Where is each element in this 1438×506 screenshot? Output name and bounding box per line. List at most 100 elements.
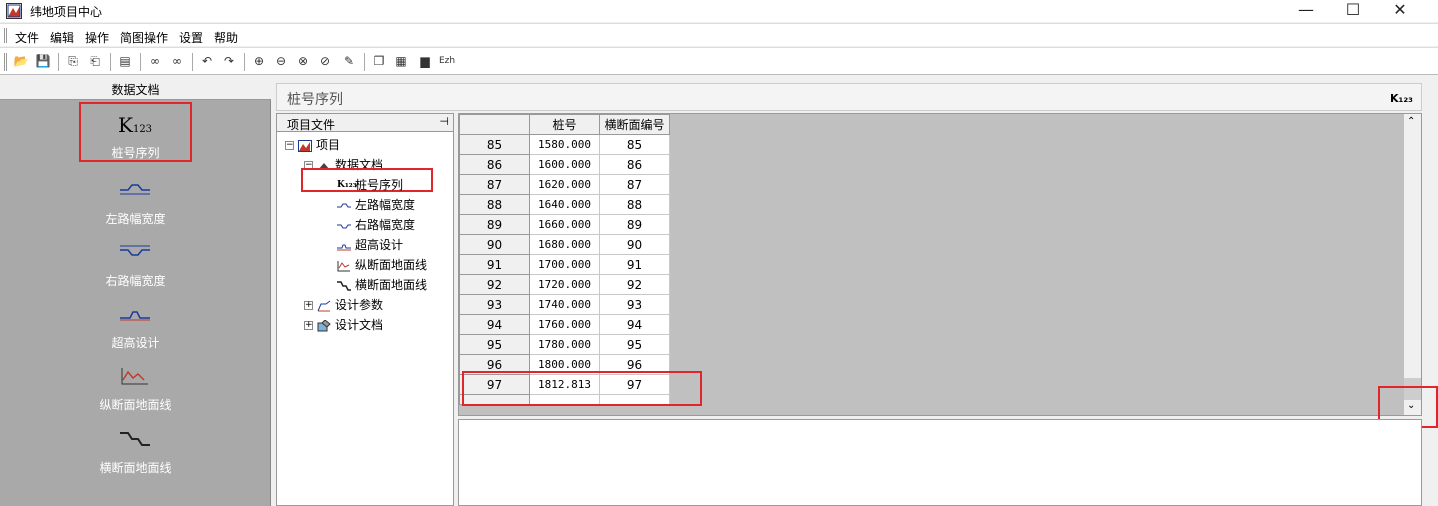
menu-sketch-operate[interactable]: 简图操作 — [120, 29, 168, 46]
open-folder-icon[interactable]: 📂 — [12, 53, 30, 70]
table-row[interactable]: 87 1620.000 87 — [459, 174, 670, 195]
zoom-extent-icon[interactable]: ⊘ — [316, 53, 334, 70]
corner-header — [459, 114, 530, 135]
menu-edit[interactable]: 编辑 — [50, 29, 74, 46]
cell-station[interactable]: 1700.000 — [529, 254, 600, 275]
scroll-up-icon[interactable]: ⌃ — [1407, 116, 1415, 127]
table-row[interactable]: 88 1640.000 88 — [459, 194, 670, 215]
expand-toggle[interactable]: + — [304, 321, 313, 330]
grid-icon[interactable]: ▦ — [392, 53, 410, 70]
app-icon — [6, 3, 22, 19]
tree-node-right-width[interactable]: 右路幅宽度 — [337, 216, 415, 234]
row-header[interactable]: 91 — [459, 254, 530, 275]
zoom-window-icon[interactable]: ⊗ — [294, 53, 312, 70]
redo-icon[interactable]: ↷ — [220, 53, 238, 70]
tree-node-left-width[interactable]: 左路幅宽度 — [337, 196, 415, 214]
collapse-toggle[interactable]: − — [285, 141, 294, 150]
lp-left-width[interactable]: 左路幅宽度 — [0, 180, 271, 242]
table-row[interactable]: 91 1700.000 91 — [459, 254, 670, 275]
vertical-scrollbar[interactable]: ⌃ ⌄ — [1404, 114, 1421, 415]
cell-station[interactable]: 1680.000 — [529, 234, 600, 255]
row-header[interactable]: 89 — [459, 214, 530, 235]
row-header[interactable]: 90 — [459, 234, 530, 255]
row-header[interactable]: 87 — [459, 174, 530, 195]
tree-node-design-params[interactable]: 设计参数 — [317, 296, 383, 314]
cell-section[interactable]: 92 — [599, 274, 670, 295]
cell-station[interactable]: 1740.000 — [529, 294, 600, 315]
menu-help[interactable]: 帮助 — [214, 29, 238, 46]
cell-station[interactable]: 1720.000 — [529, 274, 600, 295]
lp-cross-ground[interactable]: 横断面地面线 — [0, 429, 271, 491]
row-header[interactable]: 94 — [459, 314, 530, 335]
text-icon[interactable]: Ezh — [438, 53, 456, 70]
print-preview-icon[interactable]: ▤ — [116, 53, 134, 70]
lp-cross-ground-label: 横断面地面线 — [99, 461, 172, 475]
copy-icon[interactable]: ⎘ — [64, 53, 82, 70]
maximize-button[interactable]: ☐ — [1330, 0, 1376, 22]
row-header[interactable]: 93 — [459, 294, 530, 315]
cell-section[interactable]: 94 — [599, 314, 670, 335]
table-row[interactable]: 90 1680.000 90 — [459, 234, 670, 255]
cell-section[interactable]: 89 — [599, 214, 670, 235]
minimize-button[interactable]: — — [1283, 0, 1329, 22]
tree-node-design-doc[interactable]: 设计文档 — [317, 316, 383, 334]
row-header[interactable]: 95 — [459, 334, 530, 355]
row-header[interactable]: 88 — [459, 194, 530, 215]
pin-icon[interactable]: ⊣ — [439, 115, 449, 128]
column-header-station[interactable]: 桩号 — [529, 114, 600, 135]
table-row[interactable]: 92 1720.000 92 — [459, 274, 670, 295]
cell-section[interactable]: 93 — [599, 294, 670, 315]
menu-settings[interactable]: 设置 — [179, 29, 203, 46]
cell-station[interactable]: 1600.000 — [529, 154, 600, 175]
chart-icon[interactable]: ▆ — [416, 53, 434, 70]
tree-node-cross-ground[interactable]: 横断面地面线 — [337, 276, 427, 294]
zoom-out-icon[interactable]: ⊖ — [272, 53, 290, 70]
lp-profile-ground[interactable]: 纵断面地面线 — [0, 366, 271, 428]
cell-station[interactable]: 1780.000 — [529, 334, 600, 355]
column-header-section[interactable]: 横断面编号 — [599, 114, 670, 135]
undo-icon[interactable]: ↶ — [198, 53, 216, 70]
cell-station[interactable]: 1620.000 — [529, 174, 600, 195]
station-sequence-icon: K123 — [118, 113, 153, 137]
save-icon[interactable]: 💾 — [34, 53, 52, 70]
row-header[interactable]: 86 — [459, 154, 530, 175]
cell-station[interactable]: 1760.000 — [529, 314, 600, 335]
cell-section[interactable]: 95 — [599, 334, 670, 355]
lp-station-sequence[interactable]: K123 桩号序列 — [0, 114, 271, 176]
layers-icon[interactable]: ❐ — [370, 53, 388, 70]
lp-right-width[interactable]: 右路幅宽度 — [0, 242, 271, 304]
cell-section[interactable]: 85 — [599, 134, 670, 155]
cell-section[interactable]: 91 — [599, 254, 670, 275]
tree-node-superelevation[interactable]: 超高设计 — [337, 236, 403, 254]
cell-section[interactable]: 90 — [599, 234, 670, 255]
tree-node-profile-ground[interactable]: 纵断面地面线 — [337, 256, 427, 274]
cell-station[interactable]: 1640.000 — [529, 194, 600, 215]
cell-section[interactable]: 88 — [599, 194, 670, 215]
find-icon[interactable]: ∞ — [146, 53, 164, 70]
tree-node-project[interactable]: 项目 — [298, 136, 340, 154]
zoom-in-icon[interactable]: ⊕ — [250, 53, 268, 70]
tree-node-label: 桩号序列 — [355, 178, 404, 192]
lp-superelevation[interactable]: 超高设计 — [0, 304, 271, 366]
cell-station[interactable]: 1580.000 — [529, 134, 600, 155]
table-row[interactable]: 85 1580.000 85 — [459, 134, 670, 155]
menu-operate[interactable]: 操作 — [85, 29, 109, 46]
expand-toggle[interactable]: + — [304, 301, 313, 310]
table-row[interactable]: 93 1740.000 93 — [459, 294, 670, 315]
paste-icon[interactable]: ⎗ — [86, 53, 104, 70]
cell-station[interactable]: 1660.000 — [529, 214, 600, 235]
close-button[interactable]: ✕ — [1377, 0, 1423, 22]
table-row[interactable]: 94 1760.000 94 — [459, 314, 670, 335]
menu-file[interactable]: 文件 — [15, 29, 39, 46]
cell-section[interactable]: 86 — [599, 154, 670, 175]
row-header[interactable]: 85 — [459, 134, 530, 155]
table-row[interactable]: 95 1780.000 95 — [459, 334, 670, 355]
table-row[interactable]: 89 1660.000 89 — [459, 214, 670, 235]
tree-node-label: 设计文档 — [335, 318, 384, 332]
row-header[interactable]: 92 — [459, 274, 530, 295]
cell-section[interactable]: 87 — [599, 174, 670, 195]
pen-icon[interactable]: ✎ — [340, 53, 358, 70]
tree-node-station-sequence[interactable]: K₁₂₃桩号序列 — [337, 176, 403, 194]
table-row[interactable]: 86 1600.000 86 — [459, 154, 670, 175]
find-next-icon[interactable]: ∞ — [168, 53, 186, 70]
